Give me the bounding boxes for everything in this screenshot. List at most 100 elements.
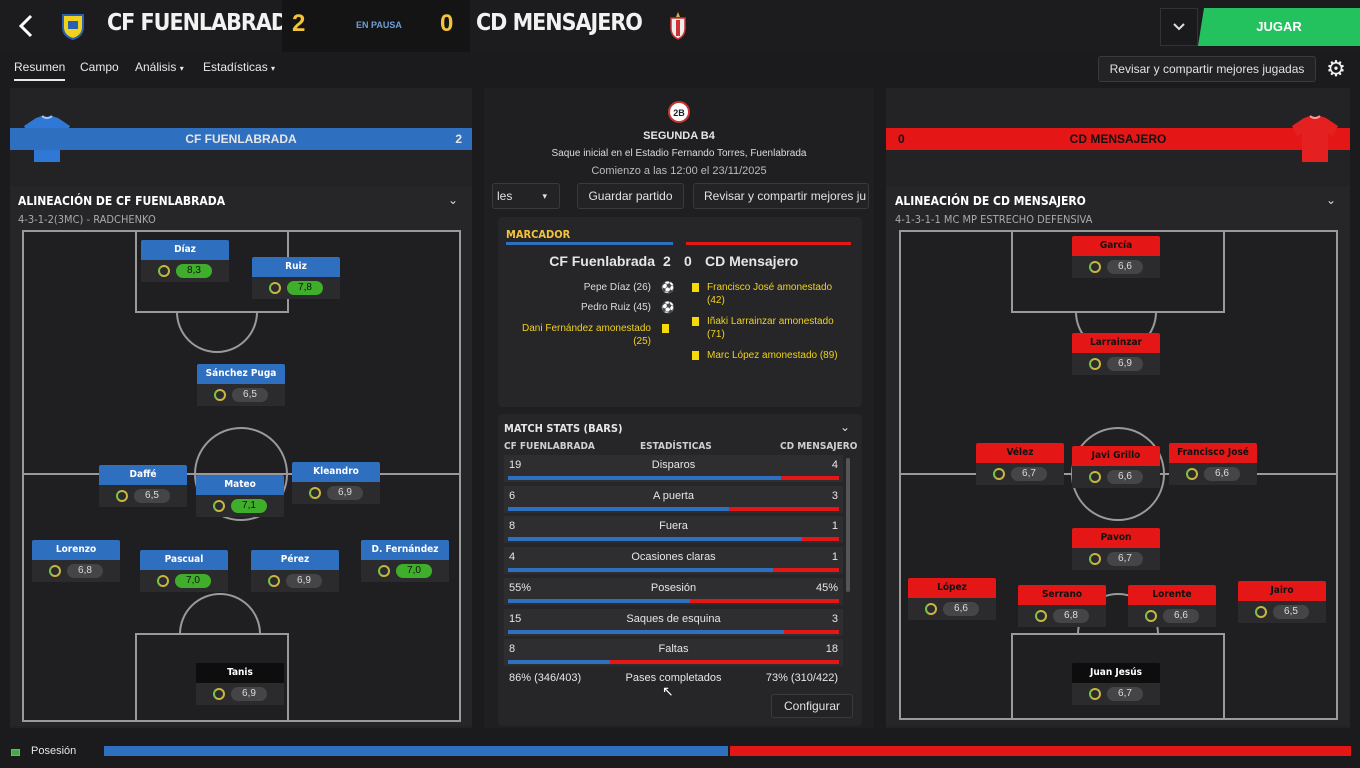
view-dropdown[interactable]: les ▾	[492, 183, 560, 209]
share-highlights-button[interactable]: Revisar y compartir mejores jugadas	[1098, 56, 1316, 82]
save-match-button[interactable]: Guardar partido	[577, 183, 684, 209]
stat-label: Saques de esquina	[626, 612, 721, 625]
player-card[interactable]: Pascual 7,0	[140, 550, 228, 594]
player-name: Pérez	[251, 550, 339, 570]
player-rating: 6,5	[232, 388, 268, 402]
stat-row: 15 Saques de esquina 3	[504, 608, 843, 636]
play-options-dropdown[interactable]	[1160, 8, 1198, 46]
stat-label: Disparos	[651, 459, 696, 471]
gear-icon[interactable]: ⚙	[1322, 56, 1350, 82]
back-arrow-icon[interactable]	[14, 12, 40, 40]
player-name: Larrainzar	[1072, 333, 1160, 353]
scoreboard-away-name: CD Mensajero	[705, 253, 799, 269]
stat-away-value: 45%	[815, 581, 838, 594]
stat-away-bar	[781, 476, 839, 480]
condition-icon	[157, 575, 169, 587]
player-card[interactable]: Pérez 6,9	[251, 550, 339, 594]
tab-campo[interactable]: Campo	[80, 60, 119, 74]
condition-icon	[378, 565, 390, 577]
player-name: Francisco José	[1169, 443, 1257, 463]
stats-col-away: CD MENSAJERO	[780, 441, 858, 452]
player-rating-row: 7,8	[252, 277, 340, 299]
stat-label: Fuera	[659, 520, 688, 533]
stat-home-bar	[508, 598, 690, 603]
player-name: Jairo	[1238, 581, 1326, 601]
player-card[interactable]: Daffé 6,5	[99, 465, 187, 509]
possession-home-bar	[104, 746, 728, 756]
stat-home-bar	[508, 660, 610, 665]
collapse-icon[interactable]: ⌄	[448, 193, 458, 207]
player-card[interactable]: Sánchez Puga 6,5	[197, 364, 285, 408]
home-team-bar: CF FUENLABRADA 2	[10, 128, 472, 150]
player-card[interactable]: Kleandro 6,9	[292, 462, 380, 506]
player-card[interactable]: Serrano 6,8	[1018, 585, 1106, 629]
stat-home-bar	[508, 506, 729, 511]
tab-analisis[interactable]: Análisis ▾	[135, 60, 184, 74]
away-lineup-title: ALINEACIÓN DE CD MENSAJERO	[895, 194, 1086, 208]
svg-text:2B: 2B	[673, 108, 685, 118]
player-card[interactable]: D. Fernández 7,0	[361, 540, 449, 584]
condition-icon	[1186, 468, 1198, 480]
goal-ball-icon: ⚽	[661, 282, 675, 294]
player-card[interactable]: Lorenzo 6,8	[32, 540, 120, 584]
player-name: Sánchez Puga	[197, 364, 285, 384]
condition-icon	[1255, 606, 1267, 618]
player-name: Pavon	[1072, 528, 1160, 548]
player-card[interactable]: Larrainzar 6,9	[1072, 333, 1160, 377]
stat-away-value: 3	[831, 489, 838, 502]
stat-label: Faltas	[658, 643, 689, 656]
player-card[interactable]: Pavon 6,7	[1072, 528, 1160, 572]
collapse-icon[interactable]: ⌄	[840, 420, 850, 434]
venue-text: Saque inicial en el Estadio Fernando Tor…	[551, 148, 807, 159]
tab-resumen[interactable]: Resumen	[14, 60, 66, 81]
player-card[interactable]: Francisco José 6,6	[1169, 443, 1257, 487]
stats-col-home: CF FUENLABRADA	[504, 441, 595, 452]
player-card[interactable]: Mateo 7,1	[196, 475, 284, 519]
player-card[interactable]: Díaz 8,3	[141, 240, 229, 284]
player-name: Vélez	[976, 443, 1064, 463]
player-rating: 6,7	[1011, 467, 1047, 481]
player-card[interactable]: Jairo 6,5	[1238, 581, 1326, 625]
player-rating: 6,9	[231, 687, 267, 701]
player-card[interactable]: Juan Jesús 6,7	[1072, 663, 1160, 707]
collapse-icon[interactable]: ⌄	[1326, 193, 1336, 207]
player-card[interactable]: Ruiz 7,8	[252, 257, 340, 301]
stat-home-bar	[508, 568, 773, 573]
player-card[interactable]: Tanis 6,9	[196, 663, 284, 707]
player-name: Daffé	[99, 465, 187, 485]
player-rating: 6,9	[1107, 357, 1143, 371]
player-card[interactable]: López 6,6	[908, 578, 996, 622]
stats-scrollbar[interactable]	[846, 458, 850, 592]
player-card[interactable]: García 6,6	[1072, 236, 1160, 280]
player-rating: 6,7	[1107, 552, 1143, 566]
stat-away-bar	[773, 568, 839, 573]
yellow-card-icon	[692, 317, 699, 326]
player-card[interactable]: Javi Grillo 6,6	[1072, 446, 1160, 490]
top-bar: CF FUENLABRADA 2 0 EN PAUSA CD MENSAJERO…	[0, 0, 1360, 52]
scoreboard-title: MARCADOR	[506, 228, 571, 241]
player-rating: 6,6	[1107, 260, 1143, 274]
chevron-down-icon: ▾	[271, 64, 276, 73]
player-rating: 6,9	[327, 486, 363, 500]
player-rating-row: 6,6	[908, 598, 996, 620]
stat-label: Posesión	[650, 581, 697, 594]
tab-estadisticas[interactable]: Estadísticas ▾	[203, 60, 275, 74]
away-score: 0	[440, 10, 454, 37]
stat-row: 6A puerta 3	[504, 485, 843, 513]
player-rating-row: 6,8	[1018, 605, 1106, 627]
home-lineup-title: ALINEACIÓN DE CF FUENLABRADA	[18, 194, 226, 208]
play-button[interactable]: JUGAR	[1198, 8, 1360, 46]
configure-button[interactable]: Configurar	[771, 694, 853, 718]
player-rating: 7,0	[175, 574, 211, 588]
player-rating-row: 6,6	[1128, 605, 1216, 627]
share-highlights-button-2[interactable]: Revisar y compartir mejores ju	[693, 183, 869, 209]
player-card[interactable]: Vélez 6,7	[976, 443, 1064, 487]
flag-icon	[11, 749, 20, 756]
player-rating: 6,6	[943, 602, 979, 616]
competition-name: SEGUNDA B4	[643, 130, 715, 142]
away-event-3: Marc López amonestado (89)	[707, 350, 838, 361]
stat-away-value: 1	[831, 551, 838, 564]
player-card[interactable]: Lorente 6,6	[1128, 585, 1216, 629]
player-rating-row: 6,7	[1072, 548, 1160, 570]
player-rating: 6,9	[286, 574, 322, 588]
